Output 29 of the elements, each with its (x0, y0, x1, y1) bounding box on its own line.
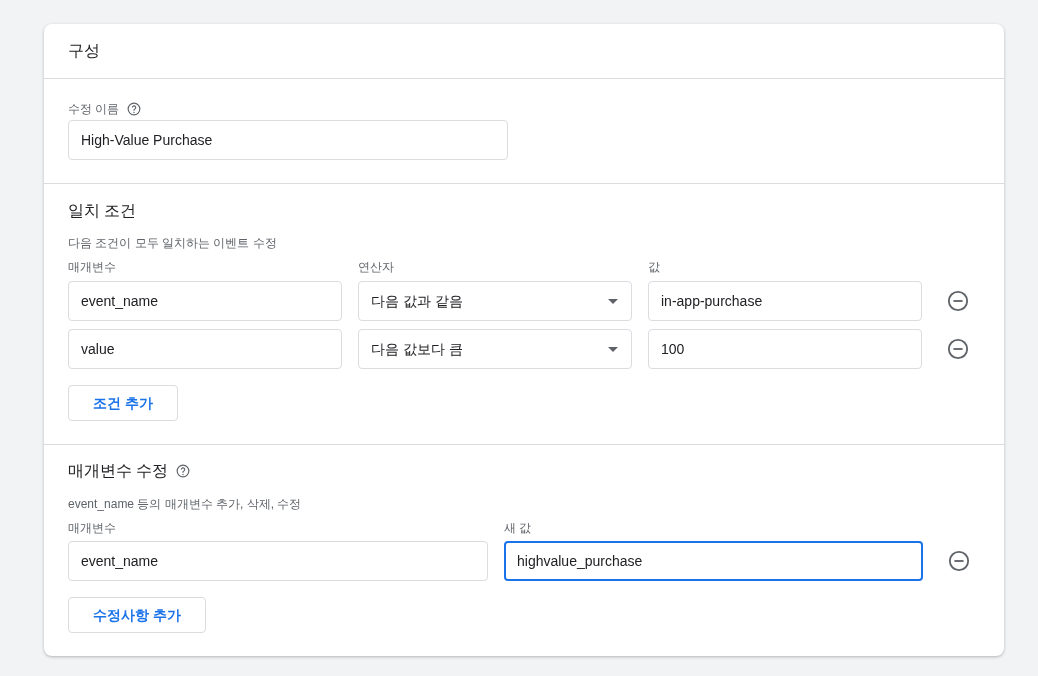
parameter-input-field[interactable]: event_name (68, 541, 488, 581)
add-modification-button[interactable]: 수정사항 추가 (68, 597, 206, 633)
column-label: 값 (648, 259, 660, 275)
column-label: 연산자 (358, 259, 394, 275)
remove-icon[interactable] (947, 290, 969, 312)
dropdown-caret-icon (608, 346, 618, 352)
parameter-input-field[interactable]: event_name (68, 281, 342, 321)
section-description: event_name 등의 매개변수 추가, 삭제, 수정 (68, 496, 303, 512)
help-icon[interactable] (127, 102, 142, 116)
remove-icon[interactable] (947, 338, 969, 360)
value-input-field[interactable]: in-app-purchase (648, 281, 922, 321)
column-label: 새 값 (504, 520, 532, 536)
parameter-input-field[interactable]: value (68, 329, 342, 369)
operator-dropdown[interactable]: 다음 값과 같음 (358, 281, 632, 321)
column-label: 매개변수 (68, 520, 116, 536)
name-input-field[interactable]: High-Value Purchase (68, 120, 508, 160)
card-title: 구성 (68, 41, 100, 61)
add-condition-button[interactable]: 조건 추가 (68, 385, 178, 421)
field-label: 수정 이름 (68, 101, 120, 118)
section-title: 매개변수 수정 (68, 461, 169, 481)
help-icon[interactable] (176, 464, 191, 478)
column-label: 매개변수 (68, 259, 116, 275)
remove-icon[interactable] (948, 550, 970, 572)
dropdown-caret-icon (608, 298, 618, 304)
section-title: 일치 조건 (68, 201, 138, 221)
new-value-input-field[interactable]: highvalue_purchase (504, 541, 923, 581)
value-input-field[interactable]: 100 (648, 329, 922, 369)
section-description: 다음 조건이 모두 일치하는 이벤트 수정 (68, 235, 278, 251)
operator-dropdown[interactable]: 다음 값보다 큼 (358, 329, 632, 369)
